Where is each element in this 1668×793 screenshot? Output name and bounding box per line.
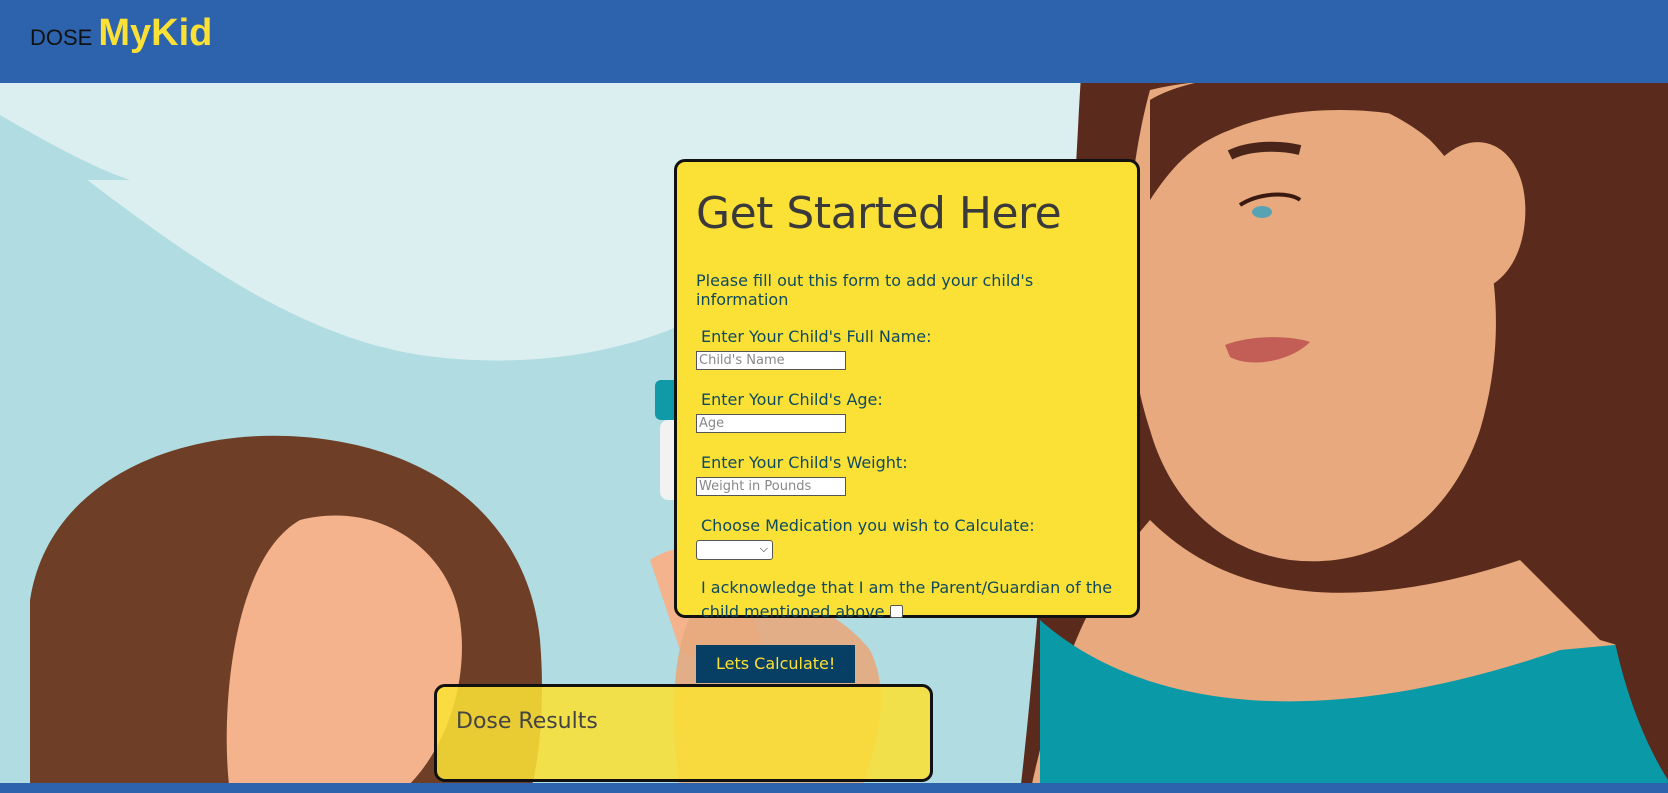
weight-label: Enter Your Child's Weight: (701, 453, 908, 472)
logo-dose-text: DOSE (30, 25, 93, 50)
name-label: Enter Your Child's Full Name: (701, 327, 932, 346)
form-intro: Please fill out this form to add your ch… (696, 271, 1034, 309)
acknowledge-checkbox[interactable] (890, 605, 904, 618)
child-weight-input[interactable] (696, 477, 846, 496)
medication-label: Choose Medication you wish to Calculate: (701, 516, 1035, 535)
child-age-input[interactable] (696, 414, 846, 433)
logo[interactable]: DOSE MyKid (30, 12, 212, 55)
site-header: DOSE MyKid (0, 0, 1668, 83)
child-name-input[interactable] (696, 351, 846, 370)
chevron-down-icon: ⌵ (759, 542, 768, 555)
child-info-form: Get Started Here Please fill out this fo… (674, 159, 1140, 683)
medication-select[interactable]: ⌵ (696, 540, 773, 560)
logo-mykid-text: MyKid (98, 12, 213, 54)
acknowledge-row: I acknowledge that I am the Parent/Guard… (696, 576, 1118, 624)
results-title: Dose Results (456, 709, 598, 734)
age-label: Enter Your Child's Age: (701, 390, 883, 409)
calculate-button[interactable]: Lets Calculate! (696, 645, 856, 683)
acknowledge-text: I acknowledge that I am the Parent/Guard… (701, 578, 1113, 621)
dose-results-panel: Dose Results (434, 684, 933, 782)
footer-bar (0, 783, 1668, 793)
form-title: Get Started Here (696, 188, 1062, 239)
